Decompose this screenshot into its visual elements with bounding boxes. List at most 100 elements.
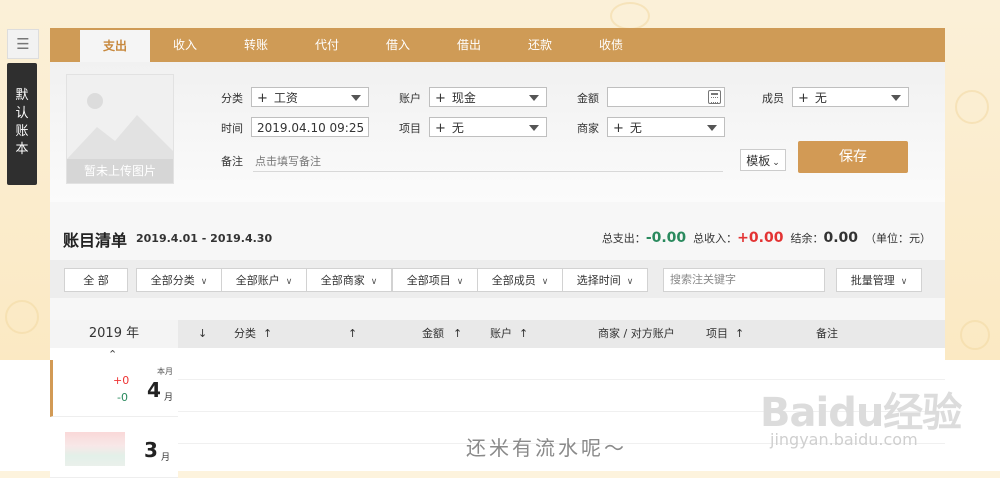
tab-income[interactable]: 收入 [150,28,220,62]
background-doodle [5,300,39,334]
template-button[interactable]: 模板 ⌄ [740,149,786,171]
chevron-down-icon: ∨ [456,277,464,287]
month-number: 3 [144,438,158,462]
filter-merchant[interactable]: 全部商家 ∨ [306,268,392,292]
hamburger-icon: ☰ [16,35,30,53]
chevron-down-icon: ∨ [900,277,908,287]
ledger-tab[interactable]: 默认账本 [7,63,37,185]
background-doodle [610,2,650,30]
chevron-down-icon: ∨ [370,277,378,287]
time-input[interactable]: 2019.04.10 09:25 [251,117,369,137]
sort-up-icon[interactable]: ↑ [348,320,357,348]
member-label: 成员 [762,92,784,105]
member-value: 无 [814,91,827,105]
tab-proxy-pay[interactable]: 代付 [292,28,362,62]
note-underline [253,171,723,172]
list-title: 账目清单 [63,231,128,250]
balance-label: 结余： [790,232,824,245]
menu-button[interactable]: ☰ [7,29,39,59]
plus-icon: + [435,91,446,106]
plus-icon: + [613,121,624,136]
amount-input[interactable] [607,87,725,107]
balance-total: 0.00 [823,230,858,246]
column-merchant: 商家 / 对方账户 [598,327,675,340]
month-item-march[interactable]: 3 月 [50,420,178,478]
account-value: 现金 [451,91,476,105]
background-doodle [960,320,990,350]
chevron-down-icon: ∨ [200,277,208,287]
member-select[interactable]: + 无 [792,87,909,107]
dropdown-arrow-icon [707,125,717,131]
filter-category[interactable]: 全部分类 ∨ [136,268,222,292]
year-selector[interactable]: 2019 年 [50,320,178,348]
expense-total: -0.00 [645,230,687,246]
plus-icon: + [798,91,809,106]
sort-down-icon[interactable]: ↓ [198,320,207,348]
column-category: 分类 [234,327,256,340]
empty-state-text: 还米有流水呢～ [466,436,627,460]
time-label: 时间 [221,122,243,135]
filter-time-label: 选择时间 [576,274,621,287]
blurred-amounts [65,432,125,466]
category-select[interactable]: + 工资 [251,87,369,107]
filter-member[interactable]: 全部成员 ∨ [477,268,563,292]
chevron-down-icon: ∨ [285,277,293,287]
tab-expense[interactable]: 支出 [80,30,150,62]
summary: 总支出：-0.00 总收入：+0.00 结余：0.00 （单位：元） [602,230,931,246]
category-label: 分类 [221,92,243,105]
save-button[interactable]: 保存 [798,141,908,173]
filter-account[interactable]: 全部账户 ∨ [221,268,307,292]
baidu-watermark-url: jingyan.baidu.com [770,430,918,449]
note-input[interactable]: 点击填写备注 [255,153,321,169]
tab-transfer[interactable]: 转账 [221,28,291,62]
chevron-down-icon: ∨ [541,277,549,287]
dropdown-arrow-icon [529,95,539,101]
current-month-tag: 本月 [157,367,173,376]
calculator-icon[interactable] [708,90,721,104]
merchant-select[interactable]: + 无 [607,117,725,137]
batch-manage-label: 批量管理 [850,274,895,287]
sort-up-icon[interactable]: ↑ [263,320,272,348]
ledger-tab-label: 默认账本 [15,88,29,157]
batch-manage-button[interactable]: 批量管理 ∨ [836,268,922,292]
filter-account-label: 全部账户 [235,274,280,287]
column-account: 账户 [490,327,512,340]
dropdown-arrow-icon [351,95,361,101]
month-list: ⌃ 本月 +0 -0 4 月 3 月 [50,348,178,478]
filter-category-label: 全部分类 [150,274,195,287]
expense-total-label: 总支出： [601,232,646,245]
project-select[interactable]: + 无 [429,117,547,137]
tab-lend-out[interactable]: 借出 [434,28,504,62]
background-doodle [955,90,989,124]
filter-member-label: 全部成员 [491,274,536,287]
column-amount: 金额 [422,327,444,340]
sort-up-icon[interactable]: ↑ [519,320,528,348]
merchant-value: 无 [629,121,642,135]
photo-upload[interactable]: 暂未上传图片 [66,74,174,184]
filter-project[interactable]: 全部项目 ∨ [392,268,478,292]
tab-collect-debt[interactable]: 收债 [576,28,646,62]
month-income: +0 [113,374,130,387]
sort-up-icon[interactable]: ↑ [453,320,462,348]
month-unit: 月 [161,453,171,463]
month-item-april[interactable]: 本月 +0 -0 4 月 [50,360,178,417]
tab-repay[interactable]: 还款 [505,28,575,62]
tab-borrow-in[interactable]: 借入 [363,28,433,62]
sort-up-icon[interactable]: ↑ [735,320,744,348]
chevron-down-icon: ∨ [626,277,634,287]
month-expense: -0 [117,391,128,404]
plus-icon: + [435,121,446,136]
dropdown-arrow-icon [529,125,539,131]
month-number: 4 [147,378,161,402]
search-input[interactable]: 搜索注关键字 [663,268,825,292]
filter-all-label: 全 部 [83,274,109,287]
dropdown-arrow-icon [891,95,901,101]
income-total-label: 总收入： [693,232,738,245]
filter-time[interactable]: 选择时间 ∨ [562,268,648,292]
account-select[interactable]: + 现金 [429,87,547,107]
filter-all-button[interactable]: 全 部 [64,268,128,292]
month-unit: 月 [164,393,174,403]
table-row [178,348,945,380]
tab-bar: 支出 收入 转账 代付 借入 借出 还款 收债 [50,28,945,62]
amount-label: 金额 [577,92,599,105]
